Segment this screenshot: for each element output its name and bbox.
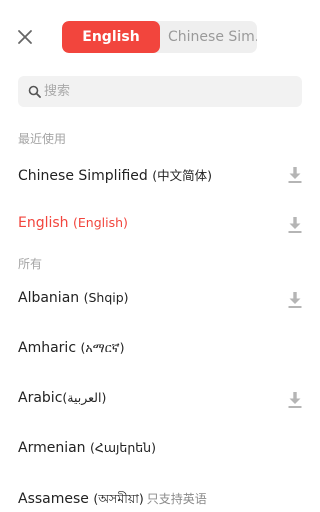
language-row-arabic[interactable]: Arabic(العربية) bbox=[0, 382, 320, 418]
download-icon[interactable] bbox=[287, 391, 303, 409]
section-header-recent: 最近使用 bbox=[18, 132, 67, 146]
close-icon[interactable] bbox=[14, 26, 36, 48]
search-bar[interactable] bbox=[18, 76, 302, 107]
language-row-amharic[interactable]: Amharic (አማርኛ) bbox=[0, 332, 320, 368]
language-label: Armenian (Հայերեն) bbox=[18, 440, 156, 456]
language-row-armenian[interactable]: Armenian (Հայերեն) bbox=[0, 432, 320, 468]
download-icon[interactable] bbox=[287, 291, 303, 309]
language-label: Albanian (Shqip) bbox=[18, 290, 129, 306]
language-row-albanian[interactable]: Albanian (Shqip) bbox=[0, 282, 320, 318]
language-label: English (English) bbox=[18, 215, 128, 231]
language-label: Assamese (অসমীয়া) 只支持英语 bbox=[18, 491, 207, 507]
language-toggle: English Chinese Sim... bbox=[62, 21, 257, 53]
tab-english[interactable]: English bbox=[62, 21, 160, 53]
language-label: Chinese Simplified (中文简体) bbox=[18, 168, 212, 184]
english-only-note: 只支持英语 bbox=[146, 492, 207, 506]
search-icon bbox=[28, 85, 41, 98]
language-picker-screen: English Chinese Sim... 最近使用 Chinese Simp… bbox=[0, 0, 320, 512]
language-row-chinese-simplified[interactable]: Chinese Simplified (中文简体) bbox=[0, 157, 320, 193]
download-icon[interactable] bbox=[287, 216, 303, 234]
language-row-assamese[interactable]: Assamese (অসমীয়া) 只支持英语 bbox=[0, 482, 320, 512]
language-row-english[interactable]: English (English) bbox=[0, 207, 320, 243]
search-input[interactable] bbox=[44, 76, 284, 107]
language-label: Arabic(العربية) bbox=[18, 390, 107, 406]
tab-chinese-simplified[interactable]: Chinese Sim... bbox=[166, 21, 257, 53]
section-header-all: 所有 bbox=[18, 257, 43, 271]
language-label: Amharic (አማርኛ) bbox=[18, 340, 125, 356]
download-icon[interactable] bbox=[287, 166, 303, 184]
